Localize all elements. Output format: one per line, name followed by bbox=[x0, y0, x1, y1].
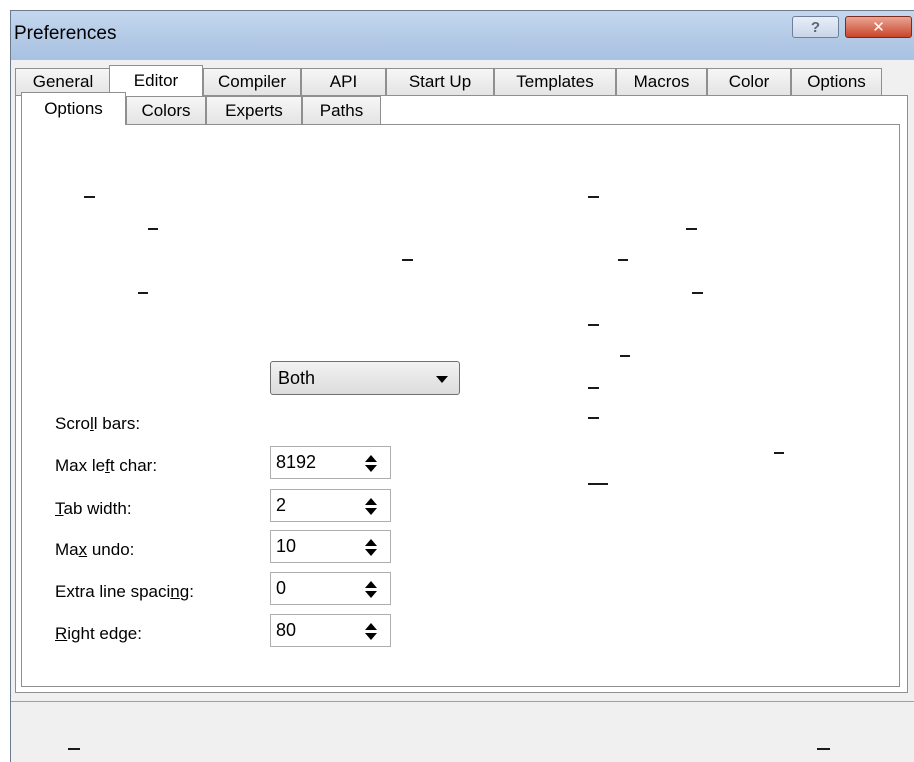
extra-line-spacing-spinner[interactable]: 0 bbox=[270, 572, 391, 605]
subtab-experts[interactable]: Experts bbox=[206, 96, 302, 124]
tab-label: Color bbox=[728, 72, 770, 91]
max-left-char-label: Max left char: bbox=[55, 456, 158, 475]
right-edge-value: 80 bbox=[276, 620, 297, 640]
tab-compiler[interactable]: Compiler bbox=[203, 68, 301, 95]
footer-divider bbox=[11, 701, 914, 702]
tab-label: API bbox=[329, 72, 358, 91]
placeholder-dash bbox=[588, 324, 599, 326]
tab-start-up[interactable]: Start Up bbox=[386, 68, 494, 95]
subtab-label: Colors bbox=[141, 100, 191, 120]
max-undo-spinner[interactable]: 10 bbox=[270, 530, 391, 563]
subtab-colors[interactable]: Colors bbox=[126, 96, 206, 124]
right-edge-spinner[interactable]: 80 bbox=[270, 614, 391, 647]
tab-options[interactable]: Options bbox=[791, 68, 882, 95]
placeholder-dash bbox=[148, 228, 158, 230]
placeholder-dash bbox=[138, 292, 148, 294]
spin-arrows-icon[interactable] bbox=[365, 539, 377, 557]
extra-line-spacing-value: 0 bbox=[276, 578, 287, 598]
max-left-char-spinner[interactable]: 8192 bbox=[270, 446, 391, 479]
tab-label: Compiler bbox=[217, 72, 287, 91]
tab-label: Macros bbox=[633, 72, 690, 91]
tab-width-spinner[interactable]: 2 bbox=[270, 489, 391, 522]
subtab-label: Experts bbox=[225, 100, 283, 120]
max-undo-value: 10 bbox=[276, 536, 297, 556]
tab-macros[interactable]: Macros bbox=[616, 68, 707, 95]
spin-arrows-icon[interactable] bbox=[365, 623, 377, 641]
max-left-char-value: 8192 bbox=[276, 452, 317, 472]
spin-arrows-icon[interactable] bbox=[365, 581, 377, 599]
window-title: Preferences bbox=[14, 23, 117, 44]
placeholder-dash bbox=[618, 259, 628, 261]
placeholder-dash bbox=[588, 196, 599, 198]
tab-label: Start Up bbox=[408, 72, 472, 91]
right-edge-label: Right edge: bbox=[55, 624, 142, 643]
placeholder-dash bbox=[588, 387, 599, 389]
tab-label: Options bbox=[807, 72, 866, 91]
close-icon: ✕ bbox=[872, 19, 885, 36]
placeholder-dash bbox=[588, 417, 599, 419]
placeholder-dash bbox=[686, 228, 697, 230]
title-bar: Preferences ? ✕ bbox=[11, 11, 914, 60]
placeholder-dash bbox=[620, 355, 630, 357]
placeholder-dash bbox=[588, 483, 608, 485]
tab-label: Editor bbox=[133, 71, 179, 90]
subtab-label: Options bbox=[44, 99, 103, 118]
scroll-bars-value: Both bbox=[278, 368, 316, 388]
placeholder-dash bbox=[774, 452, 784, 454]
tab-width-value: 2 bbox=[276, 495, 287, 515]
preferences-window: Preferences ? ✕ General Editor Compiler … bbox=[10, 10, 914, 762]
editor-panel: Options Colors Experts Paths Scroll bars… bbox=[15, 92, 908, 693]
placeholder-dash bbox=[692, 292, 703, 294]
tab-label: Templates bbox=[516, 72, 594, 91]
scroll-bars-select[interactable]: Both bbox=[270, 361, 460, 395]
tab-templates[interactable]: Templates bbox=[494, 68, 616, 95]
subtab-paths[interactable]: Paths bbox=[302, 96, 381, 124]
help-button[interactable]: ? bbox=[792, 16, 839, 38]
extra-line-spacing-label: Extra line spacing: bbox=[55, 582, 194, 601]
max-undo-label: Max undo: bbox=[55, 540, 135, 559]
placeholder-dash bbox=[84, 196, 95, 198]
subtab-options[interactable]: Options bbox=[21, 92, 126, 125]
placeholder-dash bbox=[402, 259, 413, 261]
spin-arrows-icon[interactable] bbox=[365, 498, 377, 516]
subtab-label: Paths bbox=[319, 100, 364, 120]
placeholder-dash bbox=[68, 748, 80, 750]
tab-width-label: Tab width: bbox=[55, 499, 132, 518]
placeholder-dash bbox=[817, 748, 830, 750]
close-button[interactable]: ✕ bbox=[845, 16, 912, 38]
tab-color[interactable]: Color bbox=[707, 68, 791, 95]
tab-general[interactable]: General bbox=[15, 68, 111, 95]
spin-arrows-icon[interactable] bbox=[365, 455, 377, 473]
tab-label: General bbox=[32, 72, 94, 91]
scroll-bars-label: Scroll bars: bbox=[55, 414, 141, 433]
tab-api[interactable]: API bbox=[301, 68, 386, 95]
options-page: Scroll bars: Both Max left char: 8192 Ta… bbox=[21, 124, 900, 687]
help-icon: ? bbox=[810, 18, 821, 36]
chevron-down-icon bbox=[436, 376, 448, 383]
